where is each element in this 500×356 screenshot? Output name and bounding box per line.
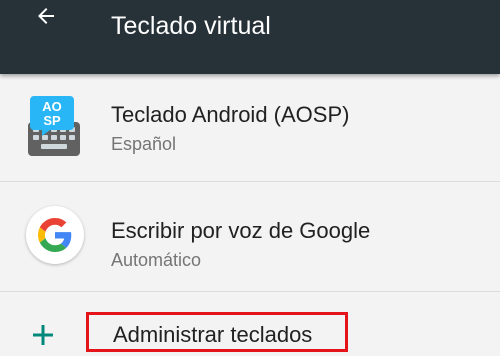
aosp-icon-text-2: SP — [43, 113, 61, 128]
keyboard-list: AO SP Teclado Android (AOSP) Español Esc… — [0, 74, 500, 352]
manage-keyboards-label: Administrar teclados — [113, 322, 313, 347]
keyboard-name: Escribir por voz de Google — [111, 218, 371, 243]
back-button[interactable] — [28, 0, 64, 32]
keyboard-subtitle: Automático — [111, 250, 202, 270]
aosp-keyboard-icon: AO SP — [28, 96, 80, 158]
list-item-manage-keyboards[interactable]: Administrar teclados — [0, 292, 500, 352]
manage-keyboards-button[interactable]: Administrar teclados — [86, 312, 348, 352]
google-g-icon — [26, 206, 84, 264]
list-item-aosp-keyboard[interactable]: AO SP Teclado Android (AOSP) Español — [0, 74, 500, 182]
page-title: Teclado virtual — [111, 12, 271, 40]
arrow-left-icon — [38, 8, 54, 24]
keyboard-name: Teclado Android (AOSP) — [111, 102, 350, 127]
keyboard-subtitle: Español — [111, 134, 177, 154]
app-bar: Teclado virtual — [0, 0, 500, 74]
aosp-icon-text-1: AO — [42, 99, 62, 114]
plus-icon — [28, 320, 58, 350]
list-item-google-voice-typing[interactable]: Escribir por voz de Google Automático — [0, 182, 500, 292]
